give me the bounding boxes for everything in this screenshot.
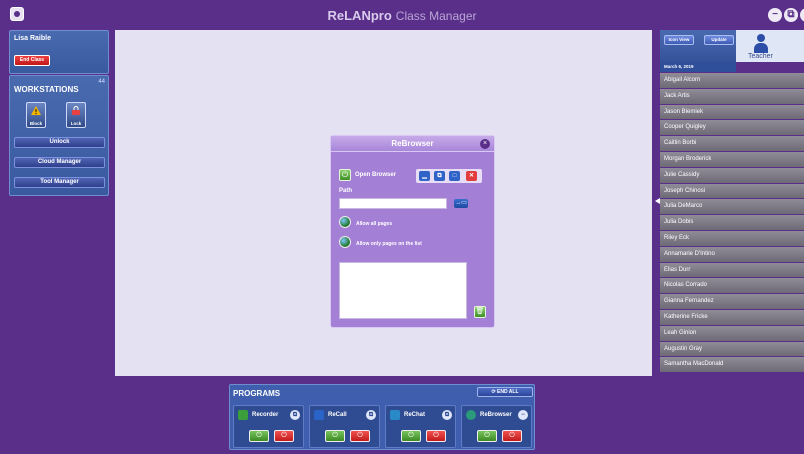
date-label: March 6, 2019 [660,62,736,72]
app-title-sub: Class Manager [395,9,477,23]
user-name: Lisa Raible [14,35,51,42]
globe-restricted-icon[interactable] [339,236,351,248]
program-recorder: Recorder ⧉ ⏻ ⏻ [233,405,304,448]
start-button[interactable]: ⏻ [249,430,269,442]
programs-title: PROGRAMS [233,389,281,398]
trash-icon[interactable]: 🗑 [474,306,486,318]
lock-label: Lock [70,121,82,126]
restore-icon[interactable]: ⧉ [784,8,798,22]
close-browser-icon[interactable]: ✕ [466,171,477,181]
path-label: Path [339,188,353,194]
programs-panel: PROGRAMS ⟳ END ALL Recorder ⧉ ⏻ ⏻ ReCall… [229,384,535,450]
student-row[interactable]: Cooper Quigley [660,120,804,136]
start-button[interactable]: ⏻ [401,430,421,442]
dialog-title: ReBrowser [391,139,434,148]
cloud-manager-button[interactable]: Cloud Manager [14,157,105,168]
student-row[interactable]: Jack Artis [660,88,804,104]
lock-icon [72,106,80,115]
end-class-button[interactable]: End Class [14,55,50,66]
open-browser-label[interactable]: Open Browser [355,172,396,178]
program-window-icon[interactable]: ⧉ [442,410,452,420]
browser-toolbar: ▁ ⧉ □ ✕ [416,169,482,183]
student-row[interactable]: Jason Blemiek [660,104,804,120]
lock-button[interactable]: Lock [66,102,86,128]
workstations-panel: 44 WORKSTATIONS Block Lock Unlock Cloud … [9,75,109,196]
block-button[interactable]: Block [26,102,46,128]
end-all-label: END ALL [497,389,519,395]
student-row[interactable]: Julia DeMarco [660,199,804,215]
update-button[interactable]: Update [704,35,734,45]
end-all-button[interactable]: ⟳ END ALL [477,387,533,397]
user-panel: Lisa Raible End Class [9,30,109,74]
recall-icon [314,410,324,420]
start-button[interactable]: ⏻ [325,430,345,442]
program-name: ReCall [328,412,347,418]
tool-manager-button[interactable]: Tool Manager [14,177,105,188]
program-rechat: ReChat ⧉ ⏻ ⏻ [385,405,456,448]
stop-button[interactable]: ⏻ [426,430,446,442]
student-row[interactable]: Joseph Chinosi [660,183,804,199]
teacher-card[interactable]: Teacher [736,30,804,62]
allowed-pages-list[interactable] [339,262,467,319]
dialog-header: ReBrowser × [331,136,494,152]
stop-button[interactable]: ⏻ [274,430,294,442]
rebrowser-icon [466,410,476,420]
block-label: Block [29,121,43,126]
maximize-icon[interactable]: □ [449,171,460,181]
start-button[interactable]: ⏻ [477,430,497,442]
workstations-count: 44 [98,79,105,85]
teacher-avatar-icon [754,34,768,54]
rebrowser-dialog: ReBrowser × ⏻ Open Browser ▁ ⧉ □ ✕ Path … [330,135,495,328]
program-name: Recorder [252,412,279,418]
student-row[interactable]: Riley Eck [660,230,804,246]
student-row[interactable]: Gianna Fernandez [660,294,804,309]
icon-view-button[interactable]: Icon View [664,35,694,45]
student-row[interactable]: Augustin Gray [660,341,804,357]
globe-icon[interactable] [339,216,351,228]
program-name: ReChat [404,412,426,418]
student-row[interactable]: Morgan Broderick [660,151,804,167]
student-list: Abigail Alcorn Jack Artis Jason Blemiek Coo… [660,73,804,376]
program-recall: ReCall ⧉ ⏻ ⏻ [309,405,380,448]
allow-all-pages-label[interactable]: Allow all pages [356,221,392,227]
student-row[interactable]: Katherine Fricke [660,309,804,325]
recorder-icon [238,410,248,420]
student-row[interactable]: Elias Durr [660,262,804,278]
program-window-icon[interactable]: − [518,410,528,420]
minimize-icon[interactable]: − [768,8,782,22]
title-bar: ReLANproClass Manager − ⧉ × [0,0,804,28]
minimize-browser-icon[interactable]: ▁ [419,171,430,181]
student-row[interactable]: Julia Dobis [660,215,804,230]
open-browser-icon[interactable]: ⏻ [339,169,351,181]
workstations-title: WORKSTATIONS [14,85,79,94]
program-window-icon[interactable]: ⧉ [366,410,376,420]
path-input[interactable] [339,198,447,209]
program-window-icon[interactable]: ⧉ [290,410,300,420]
program-rebrowser: ReBrowser − ⏻ ⏻ [461,405,532,448]
student-row[interactable]: Samantha MacDonald [660,357,804,373]
student-row[interactable]: Caitlin Borbi [660,136,804,151]
program-name: ReBrowser [480,412,512,418]
allow-list-label[interactable]: Allow only pages on the list [356,241,422,247]
student-row[interactable]: Nicolas Corrado [660,278,804,294]
unlock-button[interactable]: Unlock [14,137,105,148]
student-row[interactable]: Annamarie D'Intino [660,246,804,262]
rechat-icon [390,410,400,420]
student-row[interactable]: Julie Cassidy [660,167,804,183]
student-row[interactable]: Abigail Alcorn [660,73,804,88]
warning-icon [31,106,41,115]
add-path-icon[interactable]: →▭ [454,199,468,208]
app-title-brand: ReLANpro [327,8,392,23]
stop-button[interactable]: ⏻ [502,430,522,442]
window-icon[interactable]: ⧉ [434,171,445,181]
stop-button[interactable]: ⏻ [350,430,370,442]
close-icon[interactable]: × [480,139,490,149]
app-title: ReLANpro Class Manager [0,8,804,23]
teacher-label: Teacher [748,53,773,60]
student-row[interactable]: Leah Ginion [660,325,804,341]
